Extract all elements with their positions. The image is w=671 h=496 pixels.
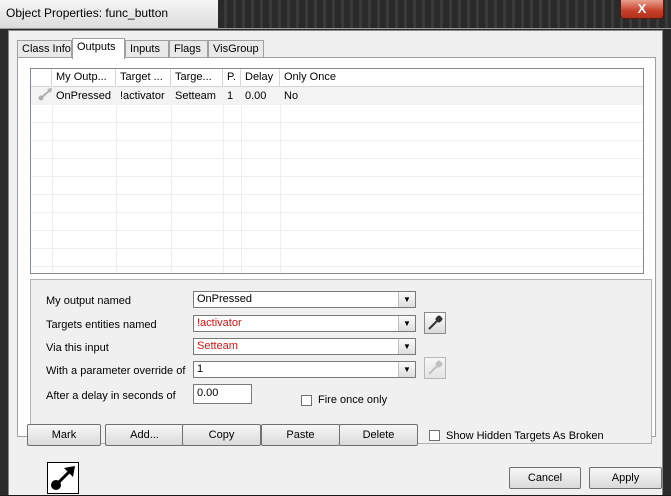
chevron-down-icon[interactable]: ▼ <box>398 362 415 377</box>
properties-dialog: Class Info Outputs Inputs Flags VisGroup… <box>8 30 663 495</box>
grid-line <box>171 86 172 273</box>
column-header-input[interactable]: Targe... <box>171 69 223 86</box>
table-row[interactable]: OnPressed !activator Setteam 1 0.00 No <box>31 87 643 105</box>
row-output: OnPressed <box>56 90 112 102</box>
show-hidden-checkbox[interactable] <box>429 430 440 441</box>
output-label: My output named <box>46 295 131 307</box>
delay-label: After a delay in seconds of <box>46 390 176 402</box>
output-combo[interactable]: OnPressed ▼ <box>193 291 416 308</box>
grid-line <box>31 266 643 267</box>
output-connection-icon <box>33 87 52 105</box>
entity-output-icon <box>47 462 79 494</box>
grid-line <box>31 194 643 195</box>
param-label: With a parameter override of <box>46 365 186 377</box>
grid-line <box>31 212 643 213</box>
chevron-down-icon[interactable]: ▼ <box>398 292 415 307</box>
input-label: Via this input <box>46 342 109 354</box>
targets-combo[interactable]: !activator ▼ <box>193 315 416 332</box>
row-delay: 0.00 <box>245 90 267 102</box>
grid-line <box>31 140 643 141</box>
grid-line <box>31 122 643 123</box>
show-hidden-label: Show Hidden Targets As Broken <box>446 430 604 442</box>
grid-line <box>223 86 224 273</box>
title-bar[interactable]: Object Properties: func_button X <box>0 0 671 29</box>
column-header-output[interactable]: My Outp... <box>52 69 116 86</box>
targets-label: Targets entities named <box>46 319 157 331</box>
param-combo[interactable]: 1 ▼ <box>193 361 416 378</box>
column-header-only-once[interactable]: Only Once <box>280 69 643 86</box>
row-param: 1 <box>227 90 234 102</box>
copy-button[interactable]: Copy <box>182 424 261 446</box>
mark-button[interactable]: Mark <box>27 424 101 446</box>
outputs-list[interactable]: My Outp... Target ... Targe... P. Delay … <box>30 68 644 274</box>
close-button[interactable]: X <box>620 0 664 19</box>
tab-flags[interactable]: Flags <box>169 40 208 58</box>
delay-input[interactable]: 0.00 <box>193 384 252 404</box>
column-header-delay[interactable]: Delay <box>241 69 280 86</box>
input-value: Setteam <box>197 340 238 352</box>
row-target: !activator <box>120 90 165 102</box>
app-window: Object Properties: func_button X Class I… <box>0 0 671 495</box>
eyedropper-param-button[interactable] <box>424 357 446 379</box>
eyedropper-icon <box>428 315 443 330</box>
grid-line <box>116 86 117 273</box>
grid-line <box>31 248 643 249</box>
param-value: 1 <box>197 363 204 375</box>
tab-inputs[interactable]: Inputs <box>125 40 169 58</box>
grid-line <box>280 86 281 273</box>
outputs-panel: My Outp... Target ... Targe... P. Delay … <box>17 57 656 444</box>
fire-once-label: Fire once only <box>318 394 388 406</box>
tab-outputs[interactable]: Outputs <box>72 38 125 59</box>
dialog-footer: Cancel Apply <box>9 461 662 495</box>
grid-line <box>31 176 643 177</box>
eyedropper-icon <box>428 360 443 375</box>
grid-line <box>31 230 643 231</box>
column-header-target[interactable]: Target ... <box>116 69 171 86</box>
chevron-down-icon[interactable]: ▼ <box>398 316 415 331</box>
grid-line <box>241 86 242 273</box>
chevron-down-icon[interactable]: ▼ <box>398 339 415 354</box>
delete-button[interactable]: Delete <box>339 424 418 446</box>
cancel-button[interactable]: Cancel <box>509 467 581 489</box>
row-input: Setteam <box>175 90 216 102</box>
paste-button[interactable]: Paste <box>261 424 340 446</box>
targets-value: !activator <box>197 317 242 329</box>
grid-line <box>31 158 643 159</box>
delay-value: 0.00 <box>197 387 219 399</box>
eyedropper-targets-button[interactable] <box>424 312 446 334</box>
add-button[interactable]: Add... <box>105 424 184 446</box>
output-editor-group: My output named OnPressed ▼ Targets enti… <box>30 279 652 444</box>
fire-once-checkbox[interactable] <box>301 395 312 406</box>
input-combo[interactable]: Setteam ▼ <box>193 338 416 355</box>
apply-button[interactable]: Apply <box>589 467 662 489</box>
tab-visgroup[interactable]: VisGroup <box>208 40 264 58</box>
grid-line <box>52 86 53 273</box>
list-header: My Outp... Target ... Targe... P. Delay … <box>31 69 643 87</box>
output-value: OnPressed <box>197 293 253 305</box>
row-only-once: No <box>284 90 299 102</box>
column-header-icon[interactable] <box>31 69 52 86</box>
title-bar-background <box>218 0 671 28</box>
window-title: Object Properties: func_button <box>6 6 169 20</box>
tab-class-info[interactable]: Class Info <box>17 40 72 58</box>
column-header-param[interactable]: P. <box>223 69 241 86</box>
